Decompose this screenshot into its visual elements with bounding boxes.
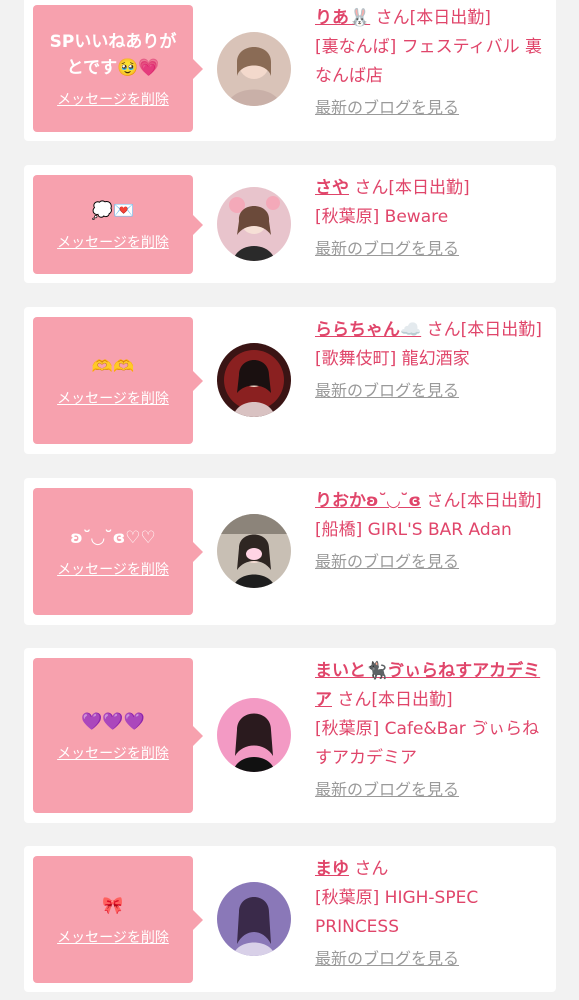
shop-name: [秋葉原] HIGH-SPEC PRINCESS [315, 888, 479, 937]
avatar[interactable] [217, 343, 291, 417]
delete-message-link[interactable]: メッセージを削除 [57, 89, 169, 109]
message-text: 💭💌 [91, 200, 135, 221]
cast-name-link[interactable]: りあ🐰 [315, 8, 370, 28]
status-badge: [本日出勤] [460, 320, 542, 340]
cast-info: りおかʚ˘◡˘ɞ さん[本日出勤] [船橋] GIRL'S BAR Adan 最… [315, 487, 547, 576]
cast-info: まいと🐈‍⬛ゔぃらねすアカデミア さん[本日出勤] [秋葉原] Cafe&Bar… [315, 657, 547, 804]
avatar[interactable] [217, 514, 291, 588]
status-badge: [本日出勤] [409, 8, 491, 28]
honorific: さん [332, 690, 372, 710]
cast-info: ららちゃん☁️ さん[本日出勤] [歌舞伎町] 龍幻酒家 最新のブログを見る [315, 316, 547, 405]
latest-blog-link[interactable]: 最新のブログを見る [315, 944, 547, 973]
latest-blog-link[interactable]: 最新のブログを見る [315, 775, 547, 804]
honorific: さん [420, 491, 461, 511]
cast-info: まゆ さん [秋葉原] HIGH-SPEC PRINCESS 最新のブログを見る [315, 855, 547, 973]
honorific: さん [349, 178, 389, 198]
avatar[interactable] [217, 187, 291, 261]
cast-name-link[interactable]: りおかʚ˘◡˘ɞ [315, 491, 421, 511]
latest-blog-link[interactable]: 最新のブログを見る [315, 547, 547, 576]
cast-name-link[interactable]: ららちゃん☁️ [315, 320, 421, 340]
list-item: 🫶🫶 メッセージを削除 ららちゃん☁️ さん[本日出勤] [歌舞伎町] 龍幻酒家… [24, 307, 556, 454]
latest-blog-link[interactable]: 最新のブログを見る [315, 93, 547, 122]
message-bubble: ʚ˘◡˘ɞ♡♡ メッセージを削除 [33, 488, 203, 615]
message-text: ʚ˘◡˘ɞ♡♡ [70, 527, 156, 548]
cast-name-link[interactable]: さや [315, 178, 349, 198]
avatar[interactable] [217, 698, 291, 772]
message-text: 🎀 [102, 895, 124, 916]
message-text: 💜💜💜 [81, 711, 145, 732]
cast-name-link[interactable]: まゆ [315, 859, 349, 879]
list-item: 💜💜💜 メッセージを削除 まいと🐈‍⬛ゔぃらねすアカデミア さん[本日出勤] [… [24, 648, 556, 823]
message-bubble: 💭💌 メッセージを削除 [33, 175, 203, 274]
list-item: SPいいねありがとです🥹💗 メッセージを削除 りあ🐰 さん[本日出勤] [裏なん… [24, 0, 556, 141]
delete-message-link[interactable]: メッセージを削除 [57, 927, 169, 947]
list-item: 🎀 メッセージを削除 まゆ さん [秋葉原] HIGH-SPEC PRINCES… [24, 846, 556, 992]
delete-message-link[interactable]: メッセージを削除 [57, 232, 169, 252]
avatar[interactable] [217, 32, 291, 106]
delete-message-link[interactable]: メッセージを削除 [57, 559, 169, 579]
shop-name: [裏なんば] フェスティバル 裏なんば店 [315, 37, 543, 86]
message-bubble: 🫶🫶 メッセージを削除 [33, 317, 203, 444]
message-bubble: 💜💜💜 メッセージを削除 [33, 658, 203, 813]
latest-blog-link[interactable]: 最新のブログを見る [315, 376, 547, 405]
list-item: 💭💌 メッセージを削除 さや さん[本日出勤] [秋葉原] Beware 最新の… [24, 165, 556, 283]
message-bubble: 🎀 メッセージを削除 [33, 856, 203, 983]
delete-message-link[interactable]: メッセージを削除 [57, 388, 169, 408]
cast-info: りあ🐰 さん[本日出勤] [裏なんば] フェスティバル 裏なんば店 最新のブログ… [315, 4, 547, 122]
shop-name: [秋葉原] Beware [315, 207, 449, 227]
latest-blog-link[interactable]: 最新のブログを見る [315, 234, 547, 263]
shop-name: [秋葉原] Cafe&Bar ゔぃらねすアカデミア [315, 719, 540, 768]
message-text: SPいいねありがとです🥹💗 [49, 31, 177, 78]
honorific: さん [421, 320, 461, 340]
honorific: さん [370, 8, 410, 28]
status-badge: [本日出勤] [388, 178, 470, 198]
status-badge: [本日出勤] [460, 491, 542, 511]
cast-info: さや さん[本日出勤] [秋葉原] Beware 最新のブログを見る [315, 174, 547, 263]
delete-message-link[interactable]: メッセージを削除 [57, 743, 169, 763]
list-item: ʚ˘◡˘ɞ♡♡ メッセージを削除 りおかʚ˘◡˘ɞ さん[本日出勤] [船橋] … [24, 478, 556, 625]
message-bubble: SPいいねありがとです🥹💗 メッセージを削除 [33, 5, 203, 132]
status-badge: [本日出勤] [371, 690, 453, 710]
avatar[interactable] [217, 882, 291, 956]
shop-name: [歌舞伎町] 龍幻酒家 [315, 349, 470, 369]
message-text: 🫶🫶 [91, 356, 135, 377]
honorific: さん [349, 859, 389, 879]
message-list: SPいいねありがとです🥹💗 メッセージを削除 りあ🐰 さん[本日出勤] [裏なん… [0, 0, 579, 1000]
shop-name: [船橋] GIRL'S BAR Adan [315, 520, 512, 540]
